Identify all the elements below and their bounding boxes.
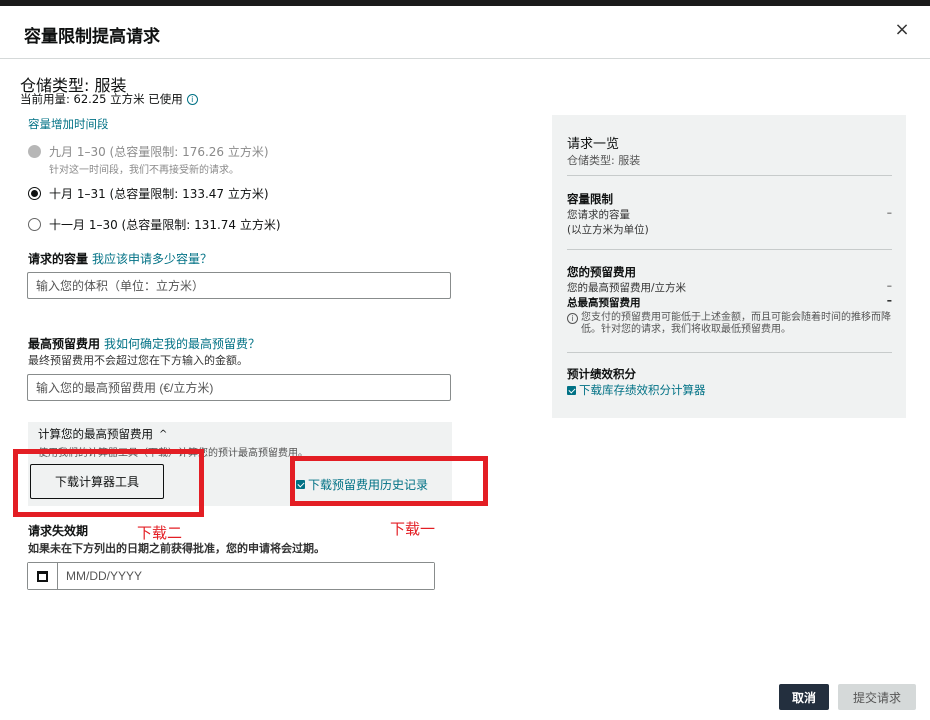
capacity-label-text: 请求的容量: [28, 252, 89, 266]
max-fee-sub: 最终预留费用不会超过您在下方输入的金额。: [28, 354, 248, 367]
capacity-row-sub: (以立方米为单位): [567, 224, 649, 236]
radio-september: [28, 145, 41, 158]
summary-divider: [567, 175, 892, 176]
calculator-title[interactable]: 计算您的最高预留费用: [38, 426, 153, 442]
annotation-box-one: [290, 456, 488, 506]
period-label: 容量增加时间段: [28, 117, 109, 131]
cancel-button[interactable]: 取消: [779, 684, 829, 710]
score-head: 预计绩效积分: [567, 367, 636, 381]
fee-row1-value: –: [886, 280, 892, 292]
modal-title: 容量限制提高请求: [24, 27, 160, 47]
info-icon[interactable]: i: [186, 93, 198, 105]
current-usage: 当前用量: 62.25 立方米 已使用 i: [20, 91, 198, 107]
max-fee-label: 最高预留费用 我如何确定我的最高预留费？: [28, 335, 260, 352]
capacity-row: 您请求的容量 –: [567, 207, 892, 222]
summary-header: 请求一览 仓储类型: 服装: [567, 133, 892, 168]
summary-fee: 您的预留费用 您的最高预留费用/立方米 – 总最高预留费用 – i 您支付的预留…: [567, 264, 892, 336]
summary-storage-type: 仓储类型: 服装: [567, 154, 641, 167]
score-calculator-link[interactable]: 下载库存绩效积分计算器: [567, 382, 892, 398]
capacity-head: 容量限制: [567, 192, 613, 206]
fee-row2-label: 总最高预留费用: [567, 297, 641, 309]
max-fee-help-link[interactable]: 我如何确定我的最高预留费？: [104, 337, 260, 351]
chevron-up-icon[interactable]: ^: [159, 429, 167, 440]
capacity-input[interactable]: [27, 272, 451, 299]
fee-head: 您的预留费用: [567, 265, 636, 279]
period-option-november[interactable]: 十一月 1–30 (总容量限制: 131.74 立方米): [28, 216, 281, 233]
summary-title: 请求一览: [567, 137, 620, 152]
summary-divider: [567, 352, 892, 353]
fee-row1-label: 您的最高预留费用/立方米: [567, 282, 687, 294]
september-label: 九月 1–30 (总容量限制: 176.26 立方米): [49, 145, 269, 159]
download-icon: [567, 385, 576, 395]
calendar-icon: [37, 570, 48, 582]
expiry-label: 请求失效期: [28, 524, 89, 538]
score-link-text[interactable]: 下载库存绩效积分计算器: [579, 382, 706, 398]
period-option-october[interactable]: 十月 1–31 (总容量限制: 133.47 立方米): [28, 185, 269, 202]
calendar-button[interactable]: [28, 563, 58, 589]
radio-october[interactable]: [28, 187, 41, 200]
september-note: 针对这一时间段，我们不再接受新的请求。: [49, 165, 239, 176]
annotation-label-one: 下载一: [390, 520, 436, 538]
calculator-toggle[interactable]: 计算您的最高预留费用 ^: [38, 426, 167, 442]
submit-request-button[interactable]: 提交请求: [838, 684, 916, 710]
summary-capacity: 容量限制 您请求的容量 – (以立方米为单位): [567, 191, 892, 237]
capacity-row-label: 您请求的容量: [567, 209, 630, 221]
usage-text: 当前用量: 62.25 立方米 已使用: [20, 92, 183, 106]
expiry-sub: 如果未在下方列出的日期之前获得批准，您的申请将会过期。: [28, 542, 325, 555]
info-icon: i: [567, 313, 578, 324]
max-fee-label-text: 最高预留费用: [28, 337, 101, 351]
expiry-date-input[interactable]: [58, 563, 434, 589]
capacity-label: 请求的容量 我应该申请多少容量？: [28, 250, 212, 267]
capacity-help-link[interactable]: 我应该申请多少容量？: [92, 252, 212, 266]
max-fee-input[interactable]: [27, 374, 451, 401]
october-label[interactable]: 十月 1–31 (总容量限制: 133.47 立方米): [49, 185, 269, 202]
november-label[interactable]: 十一月 1–30 (总容量限制: 131.74 立方米): [49, 216, 281, 233]
close-icon[interactable]: ×: [890, 18, 914, 42]
fee-row2-value: –: [886, 295, 892, 307]
capacity-row-value: –: [886, 207, 892, 219]
fee-note: i 您支付的预留费用可能低于上述金额，而且可能会随着时间的推移而降低。针对您的请…: [567, 312, 892, 336]
fee-note-text: 您支付的预留费用可能低于上述金额，而且可能会随着时间的推移而降低。针对您的请求，…: [581, 312, 891, 335]
capacity-row-unit: (以立方米为单位): [567, 222, 892, 237]
fee-row-per-unit: 您的最高预留费用/立方米 –: [567, 280, 892, 295]
period-option-september: 九月 1–30 (总容量限制: 176.26 立方米) 针对这一时间段，我们不再…: [28, 143, 269, 176]
summary-score: 预计绩效积分 下载库存绩效积分计算器: [567, 366, 892, 398]
fee-row-total: 总最高预留费用 –: [567, 295, 892, 310]
modal-header: 容量限制提高请求 ×: [0, 6, 930, 59]
expiry-date-field[interactable]: [27, 562, 435, 590]
annotation-box-two: [13, 449, 204, 517]
request-summary-panel: 请求一览 仓储类型: 服装 容量限制 您请求的容量 – (以立方米为单位) 您的…: [552, 115, 906, 418]
summary-divider: [567, 249, 892, 250]
radio-november[interactable]: [28, 218, 41, 231]
